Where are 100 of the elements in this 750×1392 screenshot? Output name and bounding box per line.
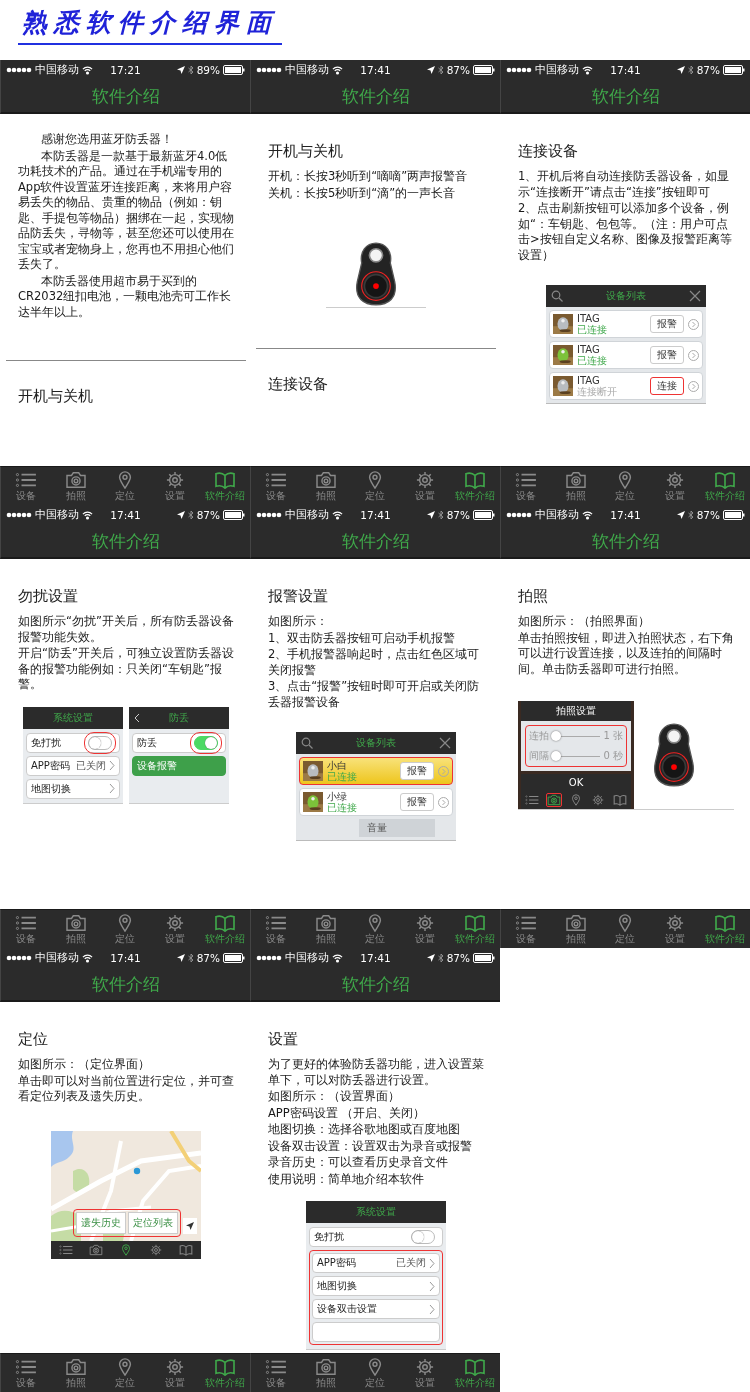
search-icon[interactable] — [301, 737, 313, 749]
slider-reading: 1 张 — [603, 729, 623, 743]
device-row[interactable]: ITAG 已连接 报警 — [549, 341, 703, 369]
book-icon — [214, 914, 237, 932]
list-icon[interactable] — [524, 793, 540, 807]
tab[interactable]: 设备 — [251, 910, 301, 948]
action-button[interactable]: 报警 — [400, 793, 434, 811]
location-arrow-icon — [676, 65, 685, 75]
map-button[interactable]: 定位列表 — [128, 1211, 178, 1234]
tab[interactable]: 设置 — [150, 1354, 201, 1392]
row-label: 设备双击设置 — [317, 1302, 378, 1316]
tab[interactable]: 软件介绍 — [700, 467, 750, 505]
screen-title: 软件介绍 — [341, 529, 410, 553]
paragraph: 如图所示： — [268, 614, 329, 630]
screen-title: 系统设置 — [53, 710, 93, 725]
tab[interactable]: 拍照 — [300, 1354, 351, 1392]
chevron-circle-icon[interactable] — [688, 380, 699, 392]
tab[interactable]: 拍照 — [300, 910, 351, 948]
tab[interactable]: 设备 — [501, 910, 551, 948]
tab[interactable]: 拍照 — [50, 467, 101, 505]
tab[interactable]: 定位 — [350, 1354, 401, 1392]
ok-button[interactable]: OK — [521, 774, 631, 791]
location-arrow-icon — [426, 510, 435, 520]
tab[interactable]: 软件介绍 — [450, 467, 500, 505]
tab[interactable]: 设备 — [501, 467, 551, 505]
settings-icon[interactable] — [590, 793, 606, 807]
settings-icon[interactable] — [148, 1242, 164, 1257]
tab[interactable]: 设置 — [650, 910, 701, 948]
camera-icon[interactable] — [546, 793, 562, 807]
list-icon[interactable] — [58, 1242, 74, 1257]
carrier-name: 中国移动 — [35, 951, 79, 965]
settings-row[interactable]: APP密码 已关闭 — [312, 1253, 440, 1273]
device-row[interactable]: ITAG 连接断开 连接 — [549, 372, 703, 400]
paragraph: 3、点击“报警”按钮时即可开启或关闭防丢器报警设备 — [268, 679, 481, 710]
map-button[interactable]: 遗失历史 — [76, 1211, 126, 1234]
tab[interactable]: 设置 — [400, 467, 451, 505]
tab[interactable]: 软件介绍 — [200, 910, 250, 948]
action-button[interactable]: 连接 — [650, 377, 684, 395]
settings-row[interactable]: APP密码 已关闭 — [26, 755, 120, 776]
tab[interactable]: 定位 — [100, 910, 151, 948]
section-heading: 连接设备 — [268, 375, 329, 394]
settings-row[interactable]: 设备报警 — [132, 755, 226, 776]
device-row[interactable]: 小白 已连接 报警 — [299, 757, 453, 785]
tab[interactable]: 软件介绍 — [450, 910, 500, 948]
tab[interactable]: 定位 — [100, 467, 151, 505]
tab[interactable]: 软件介绍 — [200, 1354, 250, 1392]
tab[interactable]: 设置 — [150, 910, 201, 948]
device-status: 已连接 — [577, 324, 608, 335]
tab[interactable]: 拍照 — [550, 910, 601, 948]
tab[interactable]: 定位 — [100, 1354, 151, 1392]
device-name: ITAG — [577, 344, 601, 355]
action-button[interactable]: 报警 — [650, 315, 684, 333]
device-row[interactable]: ITAG 已连接 报警 — [549, 310, 703, 338]
tab[interactable]: 拍照 — [50, 910, 101, 948]
camera-icon[interactable] — [88, 1242, 104, 1257]
tab[interactable]: 软件介绍 — [450, 1354, 500, 1392]
camera-icon — [314, 1358, 337, 1376]
tab[interactable]: 设备 — [251, 467, 301, 505]
tab[interactable]: 软件介绍 — [700, 910, 750, 948]
book-icon[interactable] — [612, 793, 628, 807]
settings-row[interactable]: 免打扰 — [26, 732, 120, 753]
tab[interactable]: 设备 — [1, 467, 51, 505]
tab[interactable]: 拍照 — [300, 467, 351, 505]
tab[interactable]: 设备 — [251, 1354, 301, 1392]
tab[interactable]: 软件介绍 — [200, 467, 250, 505]
toggle-switch[interactable] — [411, 1230, 435, 1244]
slider-thumb[interactable] — [551, 730, 561, 741]
signal-icon — [6, 65, 32, 75]
settings-row[interactable]: 设备双击设置 — [312, 1299, 440, 1319]
back-icon[interactable] — [133, 712, 140, 723]
tab[interactable]: 拍照 — [550, 467, 601, 505]
tab[interactable]: 设置 — [150, 467, 201, 505]
action-button[interactable]: 报警 — [650, 346, 684, 364]
tab[interactable]: 设置 — [400, 1354, 451, 1392]
tab[interactable]: 定位 — [600, 467, 651, 505]
book-icon[interactable] — [178, 1242, 194, 1257]
paragraph: 如图所示：（设置界面） — [268, 1089, 401, 1105]
location-arrow-icon — [676, 510, 685, 520]
section-heading: 连接设备 — [518, 142, 579, 161]
device-row[interactable]: 小绿 已连接 报警 — [299, 788, 453, 816]
tab[interactable]: 设备 — [1, 1354, 51, 1392]
paragraph: 如图所示：（拍照界面） — [518, 614, 651, 630]
chevron-circle-icon[interactable] — [688, 349, 699, 361]
tab[interactable]: 设备 — [1, 910, 51, 948]
settings-row[interactable]: 防丢 — [132, 732, 226, 753]
location-arrow-icon — [426, 953, 435, 963]
tab[interactable]: 定位 — [350, 467, 401, 505]
tab[interactable]: 拍照 — [50, 1354, 101, 1392]
action-button[interactable]: 报警 — [400, 762, 434, 780]
settings-row[interactable]: 地图切换 — [312, 1276, 440, 1296]
search-icon[interactable] — [551, 290, 563, 302]
settings-row[interactable]: 地图切换 — [26, 778, 120, 799]
chevron-circle-icon[interactable] — [438, 796, 449, 808]
tab[interactable]: 设置 — [400, 910, 451, 948]
tab[interactable]: 定位 — [350, 910, 401, 948]
tab[interactable]: 定位 — [600, 910, 651, 948]
chevron-circle-icon[interactable] — [688, 318, 699, 330]
tab[interactable]: 设置 — [650, 467, 701, 505]
slider-thumb[interactable] — [551, 750, 561, 761]
settings-row[interactable]: 免打扰 — [309, 1227, 443, 1247]
